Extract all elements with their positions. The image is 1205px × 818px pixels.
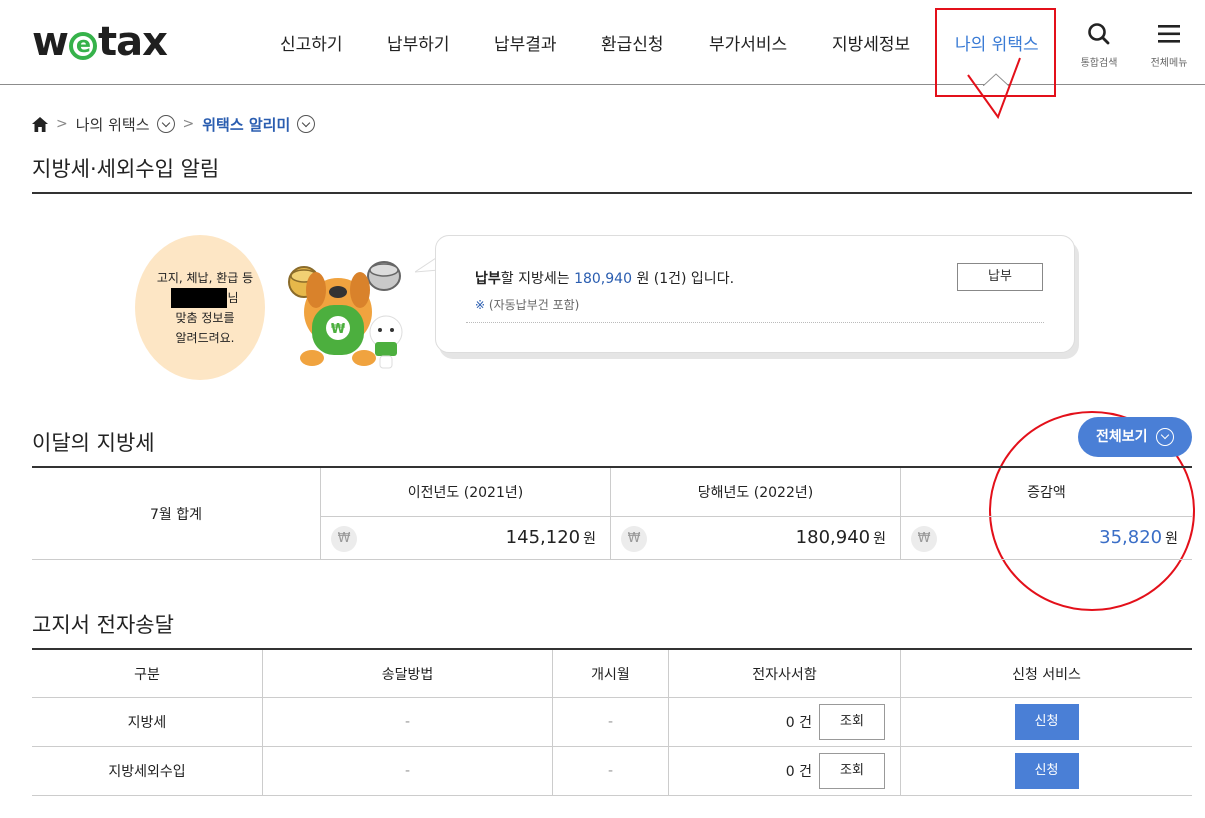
row-method: -: [263, 698, 553, 746]
table-header-row: 구분 송달방법 개시월 전자사서함 신청 서비스: [32, 650, 1192, 698]
chevron-down-circle-icon: [1156, 428, 1174, 446]
alarm-intro-text: 고지, 체납, 환급 등 님 맞춤 정보를 알려드려요.: [156, 271, 254, 345]
monthly-tax-table: 7월 합계 이전년도 (2021년) 당해년도 (2022년) 증감액 ₩ 14…: [32, 466, 1192, 560]
pay-button[interactable]: 납부: [957, 263, 1043, 291]
search-label: 통합검색: [1080, 58, 1118, 69]
nav-item-payment-result[interactable]: 납부결과: [494, 30, 557, 55]
table-row: 지방세외수입 - - 0 건 조회 신청: [32, 747, 1192, 796]
nav-item-payment[interactable]: 납부하기: [387, 30, 450, 55]
row-method: -: [263, 747, 553, 795]
current-year-value: ₩ 180,940 원: [611, 517, 901, 560]
chevron-right-icon: >: [182, 116, 195, 132]
bubble-divider: [466, 322, 1044, 323]
e-delivery-title: 고지서 전자송달: [32, 613, 174, 637]
col-header-type: 구분: [32, 650, 263, 697]
mascot-illustration: ₩: [288, 261, 403, 369]
nav-item-report[interactable]: 신고하기: [280, 30, 343, 55]
row-start-month: -: [553, 698, 669, 746]
prev-year-value: ₩ 145,120 원: [321, 517, 611, 560]
header-prev-year: 이전년도 (2021년): [321, 468, 611, 517]
wetax-logo[interactable]: w e tax: [32, 18, 168, 66]
alarm-speech-bubble: [435, 235, 1075, 353]
breadcrumb: > 나의 위택스 > 위택스 알리미: [32, 114, 316, 135]
view-button[interactable]: 조회: [819, 753, 885, 789]
chevron-right-icon: >: [56, 116, 68, 132]
chevron-down-icon[interactable]: [156, 115, 175, 133]
svg-text:₩: ₩: [331, 322, 346, 337]
breadcrumb-current[interactable]: 위택스 알리미: [202, 114, 290, 135]
nav-item-local-tax-info[interactable]: 지방세정보: [832, 30, 910, 55]
table-row: 지방세 - - 0 건 조회 신청: [32, 698, 1192, 747]
breadcrumb-my-wetax[interactable]: 나의 위택스: [76, 114, 150, 135]
home-icon[interactable]: [32, 116, 48, 132]
row-type: 지방세외수입: [32, 747, 263, 795]
chevron-down-icon[interactable]: [297, 115, 316, 133]
mailbox-count: 0 건: [785, 715, 812, 731]
page-title: 지방세·세외수입 알림: [32, 157, 220, 181]
search-button[interactable]: 통합검색: [1074, 22, 1124, 69]
alarm-message: 납부할 지방세는 180,940 원 (1건) 입니다.: [475, 271, 735, 287]
apply-button[interactable]: 신청: [1014, 704, 1079, 740]
title-divider: [32, 192, 1192, 194]
row-start-month: -: [553, 747, 669, 795]
monthly-tax-title: 이달의 지방세: [32, 431, 155, 455]
row-e-mailbox: 0 건 조회: [669, 747, 901, 795]
mailbox-count: 0 건: [785, 764, 812, 780]
col-header-method: 송달방법: [263, 650, 553, 697]
alarm-note: ※ (자동납부건 포함): [475, 298, 580, 312]
header-difference: 증감액: [901, 468, 1192, 517]
difference-value: ₩ 35,820 원: [901, 517, 1192, 560]
col-header-e-mailbox: 전자사서함: [669, 650, 901, 697]
view-button[interactable]: 조회: [819, 704, 885, 740]
view-all-button[interactable]: 전체보기: [1078, 417, 1192, 457]
hamburger-icon: [1158, 25, 1180, 43]
alarm-amount: 180,940: [574, 271, 632, 287]
row-type: 지방세: [32, 698, 263, 746]
won-icon: ₩: [331, 526, 357, 552]
row-apply: 신청: [901, 747, 1192, 795]
won-icon: ₩: [911, 526, 937, 552]
nav-item-refund[interactable]: 환급신청: [601, 30, 664, 55]
row-apply: 신청: [901, 698, 1192, 746]
monthly-row-label: 7월 합계: [32, 468, 321, 560]
won-icon: ₩: [621, 526, 647, 552]
masked-username: [171, 288, 228, 308]
row-e-mailbox: 0 건 조회: [669, 698, 901, 746]
full-menu-button[interactable]: 전체메뉴: [1144, 22, 1194, 69]
apply-button[interactable]: 신청: [1014, 753, 1079, 789]
e-delivery-table: 구분 송달방법 개시월 전자사서함 신청 서비스 지방세 - - 0 건 조회 …: [32, 648, 1192, 796]
full-menu-label: 전체메뉴: [1150, 58, 1188, 69]
annotation-box: [935, 8, 1056, 97]
header-current-year: 당해년도 (2022년): [611, 468, 901, 517]
col-header-start-month: 개시월: [553, 650, 669, 697]
nav-item-extra-services[interactable]: 부가서비스: [709, 30, 787, 55]
search-icon: [1088, 23, 1110, 45]
col-header-apply-service: 신청 서비스: [1012, 666, 1081, 683]
